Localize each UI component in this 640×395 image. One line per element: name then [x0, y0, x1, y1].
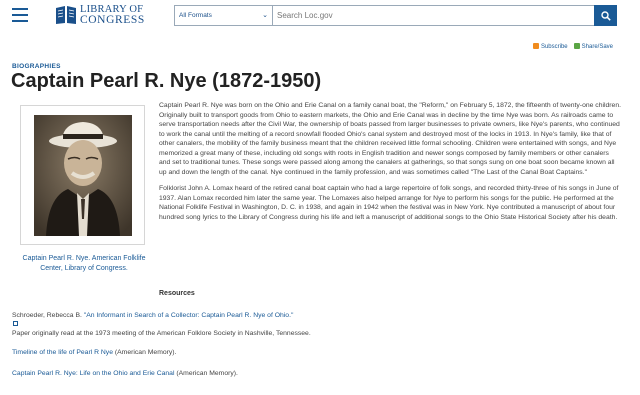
format-select-value: All Formats — [179, 12, 212, 19]
search-button[interactable] — [594, 5, 617, 26]
biography-paragraph-2: Folklorist John A. Lomax heard of the re… — [159, 185, 619, 221]
search-input[interactable] — [273, 6, 595, 25]
resources-heading: Resources — [159, 290, 195, 297]
search-icon — [600, 10, 611, 21]
category-label[interactable]: BIOGRAPHIES — [12, 63, 61, 70]
rss-icon — [532, 43, 539, 49]
search-bar: All Formats ⌄ — [174, 5, 617, 26]
photo-caption[interactable]: Captain Pearl R. Nye. American Folklife … — [14, 254, 154, 274]
resource-item-3: Captain Pearl R. Nye: Life on the Ohio a… — [12, 369, 612, 378]
resource-1-author: Schroeder, Rebecca B. — [12, 312, 84, 319]
external-link-icon[interactable] — [13, 321, 18, 326]
biography-body: Captain Pearl R. Nye was born on the Ohi… — [159, 101, 621, 229]
logo-wordmark: LIBRARY OF CONGRESS — [80, 4, 145, 26]
portrait-photo[interactable] — [34, 115, 132, 236]
resource-item-1: Schroeder, Rebecca B. "An Informant in S… — [12, 311, 612, 338]
subscribe-link[interactable]: Subscribe — [532, 43, 568, 50]
share-icon — [573, 43, 580, 49]
chevron-down-icon: ⌄ — [262, 12, 268, 19]
site-header: LIBRARY OF CONGRESS All Formats ⌄ — [0, 0, 640, 32]
resources-list: Schroeder, Rebecca B. "An Informant in S… — [12, 311, 612, 390]
resource-item-2: Timeline of the life of Pearl R Nye (Ame… — [12, 348, 612, 357]
resource-3-suffix: (American Memory). — [174, 370, 238, 377]
resource-2-suffix: (American Memory). — [113, 349, 177, 356]
resource-2-link[interactable]: Timeline of the life of Pearl R Nye — [12, 349, 113, 356]
share-label: Share/Save — [581, 44, 613, 50]
resource-3-link[interactable]: Captain Pearl R. Nye: Life on the Ohio a… — [12, 370, 174, 377]
share-row: Subscribe Share/Save — [532, 43, 613, 50]
format-select[interactable]: All Formats ⌄ — [175, 6, 273, 25]
portrait-frame — [20, 105, 145, 245]
site-logo[interactable]: LIBRARY OF CONGRESS — [55, 3, 147, 29]
share-link[interactable]: Share/Save — [573, 43, 613, 50]
menu-icon[interactable] — [12, 8, 28, 22]
resource-1-note: Paper originally read at the 1973 meetin… — [12, 330, 311, 337]
page-title: Captain Pearl R. Nye (1872-1950) — [11, 70, 322, 92]
resource-1-link[interactable]: "An Informant in Search of a Collector: … — [84, 312, 294, 319]
logo-line2: CONGRESS — [80, 14, 145, 26]
biography-paragraph-1: Captain Pearl R. Nye was born on the Ohi… — [159, 102, 621, 176]
loc-logo-icon — [56, 6, 76, 24]
subscribe-label: Subscribe — [540, 44, 568, 50]
